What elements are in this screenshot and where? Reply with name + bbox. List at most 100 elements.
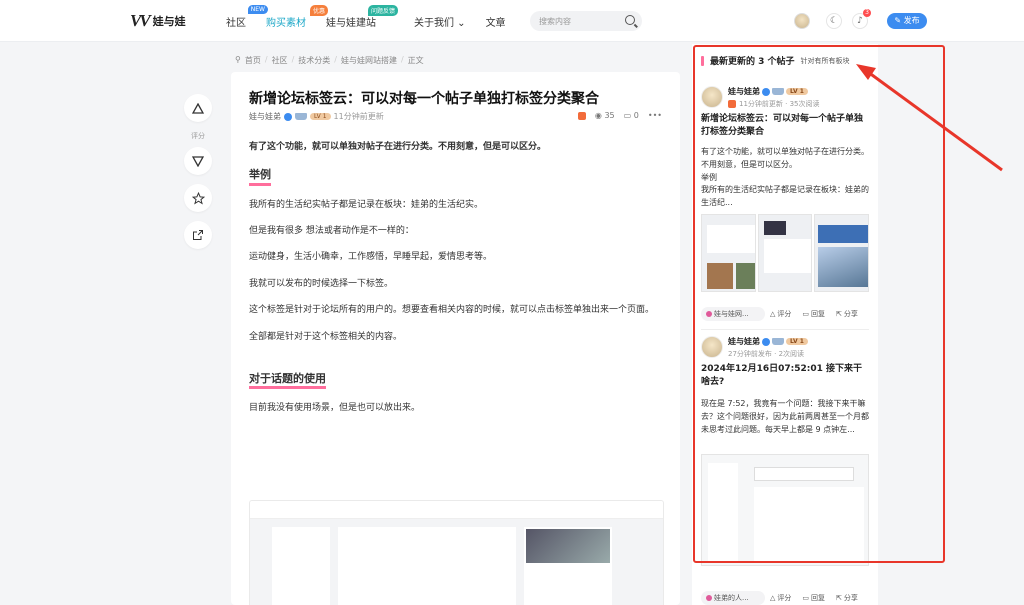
share-label: 分享 xyxy=(843,310,858,318)
eye-icon: ◉ xyxy=(594,111,602,120)
breadcrumb-forum[interactable]: 娃与娃网站搭建 xyxy=(341,55,397,66)
user-avatar[interactable] xyxy=(794,13,810,29)
paragraph: 但是我有很多 想法或者动作是不一样的： xyxy=(249,226,414,237)
card-thumbnails xyxy=(701,454,869,566)
ship-badge-icon xyxy=(772,338,784,345)
verified-icon xyxy=(762,87,770,96)
more-options-icon[interactable]: ••• xyxy=(648,111,662,120)
publish-button[interactable]: ✎ 发布 xyxy=(887,13,927,29)
author-name[interactable]: 娃与娃弟 xyxy=(728,336,760,347)
screenshot-sidebar xyxy=(272,527,330,605)
triangle-up-icon: △ xyxy=(770,594,776,602)
card-excerpt: 有了这个功能，就可以单独对帖子在进行分类。不用刻意，但是可以区分。 举例 我所有… xyxy=(701,147,869,208)
breadcrumb-community[interactable]: 社区 xyxy=(272,55,288,66)
nav-item-articles[interactable]: 文章 xyxy=(486,14,506,29)
paragraph: 我就可以发布的时候选择一下标签。 xyxy=(249,278,394,289)
article-time: 11分钟前更新 xyxy=(333,112,384,121)
paragraph: 目前我没有使用场景，但是也可以放出来。 xyxy=(249,403,421,414)
breadcrumb-separator: / xyxy=(291,55,295,64)
triangle-up-icon: △ xyxy=(770,310,776,318)
card-title[interactable]: 新增论坛标签云：可以对每一个帖子单独打标签分类聚合 xyxy=(701,113,869,139)
reply-label: 回复 xyxy=(811,594,826,602)
card-meta-text: 27分钟前发布 · 2次阅读 xyxy=(728,350,805,358)
dark-mode-icon[interactable]: ☾ xyxy=(826,13,842,29)
card-meta-text: 11分钟前更新 · 35次阅读 xyxy=(739,100,820,108)
card-title[interactable]: 2024年12月16日07:52:01 接下来干啥去? xyxy=(701,363,869,389)
sidebar-subheading: 针对有所有板块 xyxy=(800,56,850,65)
breadcrumb-category[interactable]: 技术分类 xyxy=(298,55,330,66)
nav-label: 社区 xyxy=(226,17,246,29)
top-navigation-bar: VV 娃与娃 社区 NEW 购买素材 优惠 娃与娃建站 问题反馈 关于我们 ⌄ 文章 … xyxy=(0,0,1024,42)
author-avatar[interactable] xyxy=(701,86,723,108)
upvote-button[interactable] xyxy=(184,94,212,122)
comments-count[interactable]: ▭ 0 xyxy=(624,111,639,120)
article-stats: ◉ 35 ▭ 0 ••• xyxy=(577,111,662,120)
card-author: 娃与娃弟 LV 1 xyxy=(728,86,808,97)
share-icon xyxy=(193,230,203,240)
article-title: 新增论坛标签云：可以对每一个帖子单独打标签分类聚合 xyxy=(249,91,599,107)
section-heading-topics: 对于话题的使用 xyxy=(249,372,326,390)
card-author: 娃与娃弟 LV 1 xyxy=(728,336,808,347)
nav-label: 关于我们 ⌄ xyxy=(414,17,466,29)
paragraph: 运动健身，生活小确幸，工作感悟，早睡早起，爱情思考等。 xyxy=(249,252,493,263)
level-badge: LV 1 xyxy=(786,338,808,345)
search-icon[interactable] xyxy=(625,15,635,25)
breadcrumb-home[interactable]: 首页 xyxy=(245,55,261,66)
topic-tag[interactable]: 娃与娃网... xyxy=(701,307,765,321)
views-count: ◉ 35 xyxy=(595,111,615,120)
rate-action[interactable]: △ 评分 xyxy=(770,593,791,603)
comment-icon: ▭ xyxy=(802,310,810,318)
thumbnail-image[interactable] xyxy=(701,454,869,566)
nav-item-site-building[interactable]: 娃与娃建站 问题反馈 xyxy=(326,4,398,29)
rate-action[interactable]: △ 评分 xyxy=(770,309,791,319)
thumbnail-image[interactable] xyxy=(814,214,870,292)
nav-badge: 问题反馈 xyxy=(367,4,398,16)
verified-icon xyxy=(762,337,770,346)
reply-action[interactable]: ▭ 回复 xyxy=(802,309,825,319)
breadcrumb: ⚲ 首页 / 社区 / 技术分类 / 娃与娃网站搭建 / 正文 xyxy=(235,55,424,66)
share-action[interactable]: ⇱ 分享 xyxy=(836,309,858,319)
lock-icon xyxy=(728,100,736,108)
tag-label: 娃与娃网... xyxy=(714,310,749,318)
tag-label: 娃弟的人... xyxy=(714,594,749,602)
search-input[interactable]: 搜索内容 xyxy=(530,11,642,31)
comment-icon: ▭ xyxy=(623,111,632,120)
share-button[interactable] xyxy=(184,221,212,249)
paragraph: 这个标签是针对于论坛所有的用户的。想要查看相关内容的时候，就可以点击标签单独出来… xyxy=(249,305,655,316)
author-name[interactable]: 娃与娃弟 xyxy=(728,86,760,97)
nav-item-buy-materials[interactable]: 购买素材 优惠 xyxy=(266,4,328,29)
share-icon: ⇱ xyxy=(836,310,842,318)
thumbnail-image[interactable] xyxy=(757,214,813,292)
comment-icon: ▭ xyxy=(802,594,810,602)
thumbnail-photo xyxy=(818,247,869,287)
reply-label: 回复 xyxy=(811,310,826,318)
nav-item-community[interactable]: 社区 NEW xyxy=(226,4,268,29)
comments-value: 0 xyxy=(633,111,639,120)
share-label: 分享 xyxy=(843,594,858,602)
triangle-down-icon xyxy=(192,155,204,167)
author-avatar[interactable] xyxy=(701,336,723,358)
article-body: 有了这个功能，就可以单独对帖子在进行分类。不用刻意，但是可以区分。 举例 我所有… xyxy=(249,140,664,428)
nav-label: 娃与娃建站 xyxy=(326,17,376,29)
thumbnail-photo xyxy=(736,263,755,289)
card-actions: 娃与娃网... △ 评分 ▭ 回复 ⇱ 分享 xyxy=(701,306,869,322)
reply-action[interactable]: ▭ 回复 xyxy=(802,593,825,603)
share-action[interactable]: ⇱ 分享 xyxy=(836,593,858,603)
thumbnail-image[interactable] xyxy=(701,214,756,292)
logo-text: 娃与娃 xyxy=(152,15,186,28)
views-value: 35 xyxy=(604,111,615,120)
card-meta: 11分钟前更新 · 35次阅读 xyxy=(728,99,820,109)
site-logo[interactable]: VV 娃与娃 xyxy=(130,11,186,31)
nav-item-about-us[interactable]: 关于我们 ⌄ xyxy=(414,14,466,29)
share-icon: ⇱ xyxy=(836,594,842,602)
sidebar-heading: 最新更新的 3 个帖子 针对有所有板块 xyxy=(701,54,850,67)
favorite-button[interactable] xyxy=(184,184,212,212)
level-badge: LV 1 xyxy=(310,113,331,120)
author-name[interactable]: 娃与娃弟 xyxy=(249,111,281,122)
downvote-button[interactable] xyxy=(184,147,212,175)
thumbnail-block xyxy=(763,239,812,273)
nav-label: 文章 xyxy=(485,17,506,29)
tag-icon xyxy=(706,311,712,317)
thumbnail-photo xyxy=(818,225,869,243)
topic-tag[interactable]: 娃弟的人... xyxy=(701,591,765,605)
